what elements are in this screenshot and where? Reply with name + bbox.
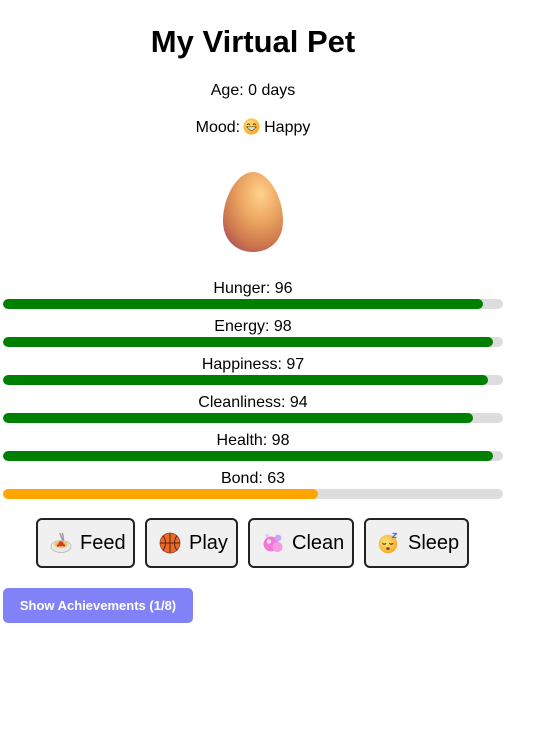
stat-bar [3,337,503,347]
stat-bond: Bond: 63 [3,470,503,499]
stat-bar-fill [3,299,483,309]
stat-bar-fill [3,375,488,385]
pet-mood: Mood: Happy [0,118,506,138]
stat-energy: Energy: 98 [3,318,503,347]
stat-label: Energy: 98 [214,318,292,335]
stat-bar [3,375,503,385]
show-achievements-button[interactable]: Show Achievements (1/8) [3,588,193,623]
stat-bar-fill [3,451,493,461]
soap-bubbles-icon [263,533,283,552]
stat-label: Bond: 63 [220,470,286,487]
sleep-button[interactable]: Sleep [364,518,469,568]
stat-bar-fill [3,489,318,499]
stat-bar-fill [3,413,473,423]
page-title: My Virtual Pet [150,24,356,59]
clean-button[interactable]: Clean [248,518,354,568]
play-button[interactable]: Play [145,518,238,568]
stat-hunger: Hunger: 96 [3,280,503,309]
basketball-icon [159,532,181,554]
play-label: Play [189,531,228,554]
feed-label: Feed [80,531,126,554]
stat-cleanliness: Cleanliness: 94 [3,394,503,423]
mood-label: Mood: [195,119,241,136]
stat-label: Cleanliness: 94 [198,394,308,411]
stat-label: Health: 98 [216,432,290,449]
action-buttons: Feed Play Clean Sleep [36,518,469,568]
egg-icon [223,172,283,252]
pet-age: Age: 0 days [210,82,296,99]
stat-health: Health: 98 [3,432,503,461]
sleep-label: Sleep [408,531,460,554]
stat-happiness: Happiness: 97 [3,356,503,385]
clean-label: Clean [292,531,345,554]
stat-bar-fill [3,337,493,347]
stat-bar [3,413,503,423]
stat-label: Hunger: 96 [213,280,293,297]
sleeping-face-icon [378,532,398,554]
grinning-face-icon [243,118,260,135]
stat-bar [3,489,503,499]
spaghetti-icon [50,532,72,553]
mood-value: Happy [264,119,311,136]
stat-bar [3,299,503,309]
feed-button[interactable]: Feed [36,518,135,568]
stat-bar [3,451,503,461]
stat-label: Happiness: 97 [201,356,305,373]
